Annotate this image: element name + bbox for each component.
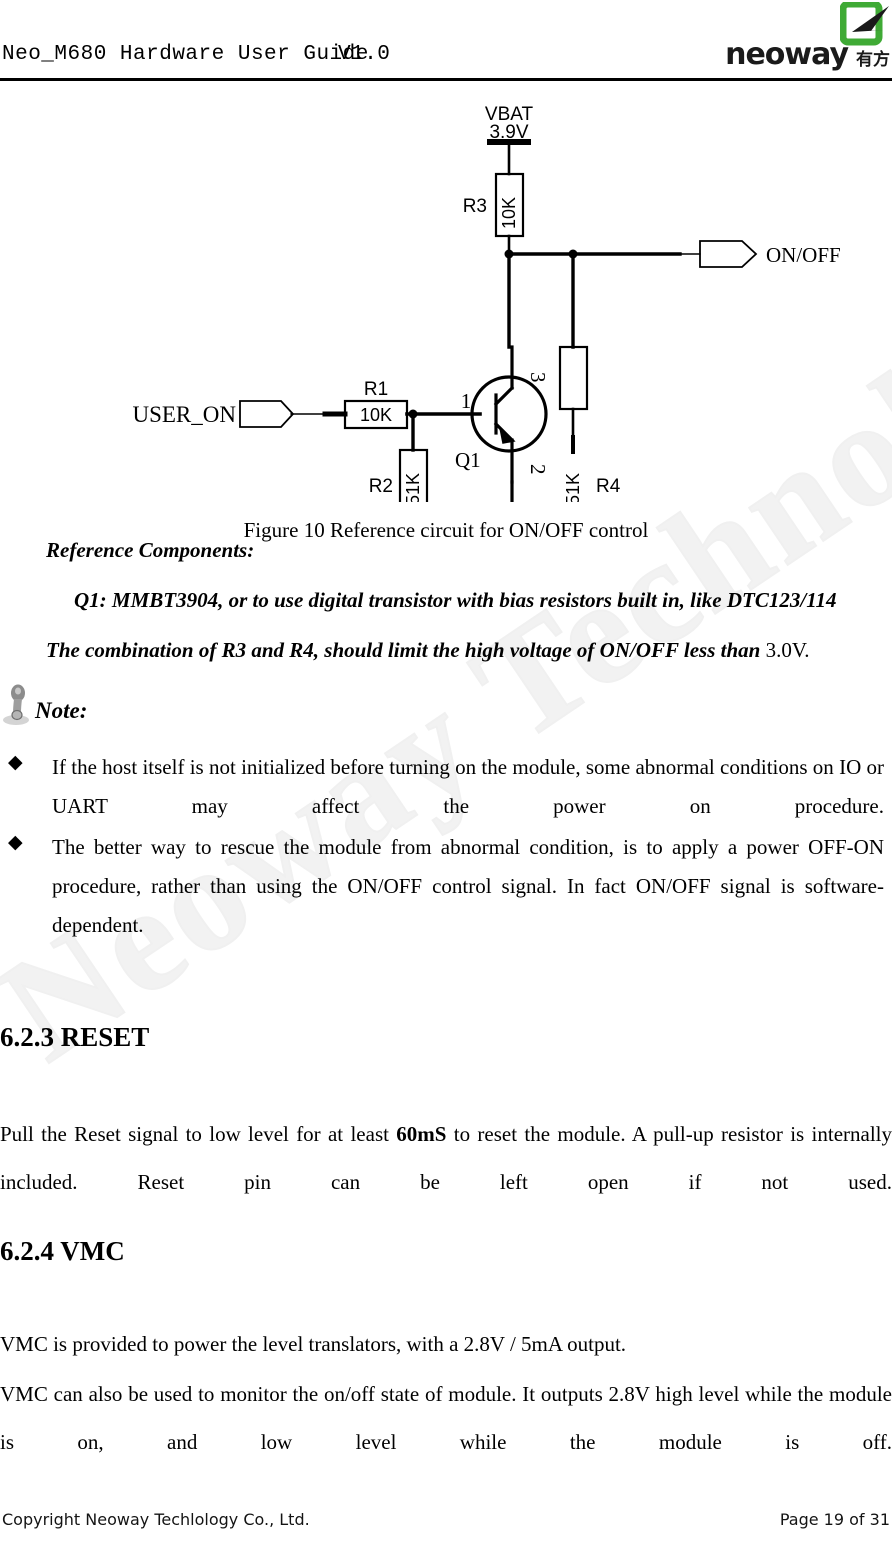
page-footer: Copyright Neoway Techlology Co., Ltd. Pa… [0, 1500, 892, 1542]
header-version: V1.0 [338, 43, 391, 66]
neoway-wordmark: neoway [725, 37, 849, 72]
page-header: Neo_M680 Hardware User Guide V1.0 neoway… [0, 0, 892, 81]
neoway-logo: neoway 有方 [702, 2, 892, 74]
footer-page-number: Page 19 of 31 [779, 1510, 890, 1529]
vmc-paragraph-1: VMC is provided to power the level trans… [0, 1332, 627, 1356]
document-page: Neo_M680 Hardware User Guide V1.0 neoway… [0, 0, 892, 1542]
header-document-title: Neo_M680 Hardware User Guide [2, 43, 369, 66]
reference-r3r4-italic: The combination of R3 and R4, should lim… [46, 638, 766, 662]
label-r4-ref: R4 [596, 476, 621, 497]
label-r1-value: 10K [360, 405, 392, 425]
reference-q1-line: Q1: MMBT3904, or to use digital transist… [74, 588, 837, 612]
note-bullet-text: The better way to rescue the module from… [52, 835, 884, 937]
label-r2-ref: R2 [369, 476, 393, 497]
label-r4-value: 51K [563, 473, 583, 502]
reference-r3r4-line: The combination of R3 and R4, should lim… [46, 640, 866, 661]
note-label: Note: [35, 698, 88, 723]
output-port-shape [699, 240, 758, 268]
label-transistor-pin-base: 1 [461, 389, 472, 413]
vmc-paragraph-2: VMC can also be used to monitor the on/o… [0, 1382, 892, 1454]
diamond-bullet-icon: ◆ [8, 832, 23, 853]
header-divider [0, 78, 892, 81]
reset-paragraph-part-a: Pull the Reset signal to low level for a… [0, 1122, 397, 1146]
label-user-on-port: USER_ON [132, 402, 236, 427]
circuit-schematic-svg: VBAT 3.9V R3 10K R1 10K R2 51K R4 51K US… [132, 104, 841, 502]
label-on-off-port: ON/OFF [766, 243, 841, 267]
diamond-bullet-icon: ◆ [8, 752, 23, 773]
label-r3-value: 10K [499, 197, 519, 229]
footer-copyright: Copyright Neoway Techlology Co., Ltd. [2, 1510, 310, 1529]
note-bullet-item: ◆ The better way to rescue the module fr… [8, 828, 884, 984]
reset-paragraph: Pull the Reset signal to low level for a… [0, 1110, 892, 1254]
label-transistor-ref: Q1 [455, 448, 481, 472]
section-heading-reset: 6.2.3 RESET [0, 1022, 150, 1052]
input-port-shape [239, 400, 295, 428]
label-r1-ref: R1 [364, 379, 388, 400]
reference-components-title: Reference Components: [46, 538, 255, 562]
neoway-chinese-mark: 有方 [856, 50, 890, 70]
figure-reference-circuit: VBAT 3.9V R3 10K R1 10K R2 51K R4 51K US… [0, 92, 892, 502]
reference-r3r4-value: 3.0V. [765, 638, 810, 662]
label-r2-value: 51K [403, 473, 423, 502]
label-transistor-pin-collector: 3 [526, 372, 550, 383]
label-transistor-pin-emitter: 2 [526, 464, 550, 475]
label-vbat-value: 3.9V [489, 122, 528, 143]
label-r3-ref: R3 [463, 196, 487, 217]
section-heading-vmc: 6.2.4 VMC [0, 1236, 125, 1266]
reset-duration-value: 60mS [396, 1122, 447, 1146]
exclamation-note-icon [3, 684, 29, 725]
